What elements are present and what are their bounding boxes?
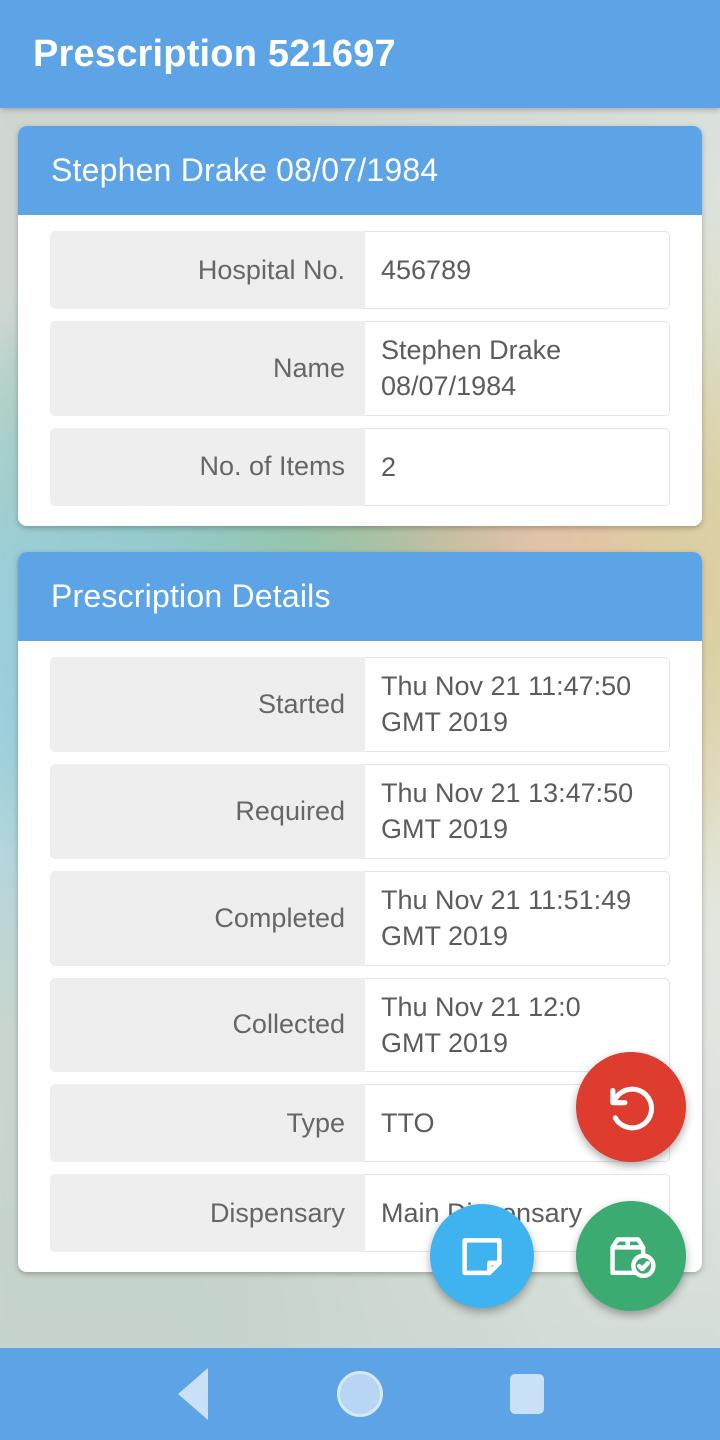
dispense-fab[interactable] — [576, 1201, 686, 1311]
details-card-body: Started Thu Nov 21 11:47:50 GMT 2019 Req… — [18, 640, 702, 1273]
recents-icon — [509, 1374, 544, 1414]
home-icon — [336, 1371, 383, 1417]
row-value: Stephen Drake 08/07/1984 — [365, 321, 670, 416]
table-row: No. of Items 2 — [50, 427, 670, 506]
patient-card-body: Hospital No. 456789 Name Stephen Drake 0… — [18, 215, 702, 526]
row-label: Required — [50, 763, 365, 859]
undo-fab[interactable] — [576, 1052, 686, 1162]
row-label: Collected — [50, 977, 365, 1073]
app-bar: Prescription 521697 — [0, 0, 720, 108]
page-title: Prescription 521697 — [33, 32, 396, 75]
row-label: Started — [50, 656, 365, 752]
note-fab[interactable] — [430, 1204, 534, 1308]
row-label: Completed — [50, 870, 365, 966]
nav-home-button[interactable] — [315, 1364, 405, 1424]
table-row: Completed Thu Nov 21 11:51:49 GMT 2019 — [50, 870, 670, 966]
row-value: 2 — [365, 427, 670, 506]
details-card-title: Prescription Details — [51, 577, 331, 614]
details-card-header: Prescription Details — [18, 551, 702, 641]
scroll-content[interactable]: Stephen Drake 08/07/1984 Hospital No. 45… — [0, 108, 720, 1348]
patient-card-title: Stephen Drake 08/07/1984 — [51, 152, 439, 188]
package-check-icon — [603, 1228, 659, 1284]
table-row: Collected Thu Nov 21 12:0 GMT 2019 — [50, 977, 670, 1073]
table-row: Required Thu Nov 21 13:47:50 GMT 2019 — [50, 763, 670, 859]
row-value: 456789 — [365, 231, 670, 309]
row-label: Hospital No. — [50, 231, 365, 309]
android-nav-bar — [0, 1348, 720, 1440]
nav-back-button[interactable] — [148, 1364, 238, 1424]
table-row: Hospital No. 456789 — [50, 231, 670, 309]
prescription-details-card: Prescription Details Started Thu Nov 21 … — [18, 551, 702, 1273]
row-label: Name — [50, 321, 365, 416]
note-icon — [456, 1230, 508, 1282]
table-row: Started Thu Nov 21 11:47:50 GMT 2019 — [50, 656, 670, 752]
row-label: Type — [50, 1084, 365, 1163]
patient-card: Stephen Drake 08/07/1984 Hospital No. 45… — [18, 126, 702, 526]
row-label: No. of Items — [50, 427, 365, 506]
nav-recents-button[interactable] — [482, 1364, 572, 1424]
row-value: Thu Nov 21 11:47:50 GMT 2019 — [365, 656, 670, 752]
row-value: Thu Nov 21 11:51:49 GMT 2019 — [365, 870, 670, 966]
undo-icon — [602, 1078, 660, 1136]
patient-card-header: Stephen Drake 08/07/1984 — [18, 126, 702, 215]
row-value: Thu Nov 21 13:47:50 GMT 2019 — [365, 763, 670, 859]
table-row: Name Stephen Drake 08/07/1984 — [50, 321, 670, 416]
row-label: Dispensary — [50, 1174, 365, 1253]
back-icon — [178, 1368, 209, 1420]
